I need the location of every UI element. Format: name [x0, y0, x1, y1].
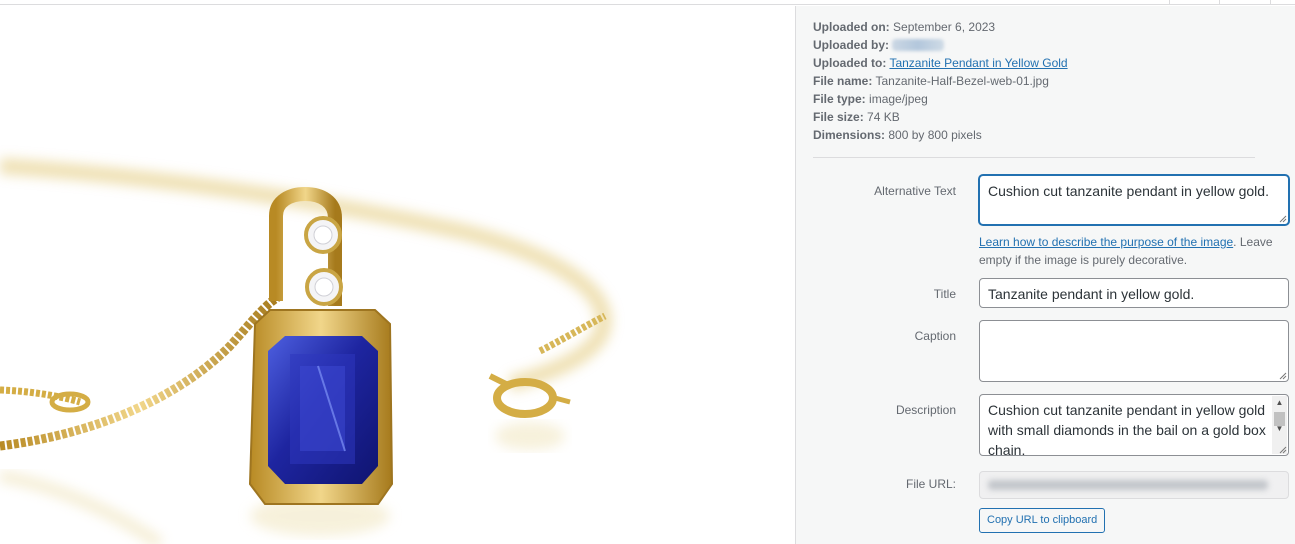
file-size-row: File size: 74 KB	[813, 108, 1253, 126]
resize-handle-icon[interactable]	[1278, 371, 1287, 380]
attachment-image-preview	[0, 6, 795, 544]
alt-text-textarea[interactable]: Cushion cut tanzanite pendant in yellow …	[979, 175, 1289, 225]
dimensions-row: Dimensions: 800 by 800 pixels	[813, 126, 1253, 144]
file-type-row: File type: image/jpeg	[813, 90, 1253, 108]
file-name-label: File name:	[813, 74, 873, 88]
uploaded-on-value: September 6, 2023	[893, 20, 996, 34]
file-url-redacted	[988, 480, 1268, 490]
uploaded-by-label: Uploaded by:	[813, 38, 890, 52]
description-value: Cushion cut tanzanite pendant in yellow …	[988, 402, 1266, 456]
alt-text-help-link[interactable]: Learn how to describe the purpose of the…	[979, 235, 1233, 249]
metadata-divider	[813, 157, 1255, 158]
scroll-up-icon[interactable]: ▲	[1272, 396, 1287, 410]
attachment-details-modal: Uploaded on: September 6, 2023 Uploaded …	[0, 0, 1295, 544]
modal-header-edge	[0, 0, 1295, 5]
caption-textarea[interactable]	[979, 320, 1289, 382]
dimensions-value: 800 by 800 pixels	[888, 128, 982, 142]
uploaded-on-label: Uploaded on:	[813, 20, 890, 34]
file-url-label: File URL:	[905, 477, 956, 491]
description-textarea[interactable]: Cushion cut tanzanite pendant in yellow …	[979, 394, 1289, 456]
resize-handle-icon[interactable]	[1278, 214, 1287, 223]
scroll-down-icon[interactable]: ▼	[1272, 422, 1287, 436]
file-metadata: Uploaded on: September 6, 2023 Uploaded …	[813, 18, 1253, 144]
uploaded-by-redacted	[892, 39, 945, 51]
alt-text-value: Cushion cut tanzanite pendant in yellow …	[988, 183, 1269, 199]
close-modal-button[interactable]	[1270, 0, 1295, 5]
file-name-row: File name: Tanzanite-Half-Bezel-web-01.j…	[813, 72, 1253, 90]
uploaded-by-row: Uploaded by:	[813, 36, 1253, 54]
file-type-label: File type:	[813, 92, 866, 106]
description-label: Description	[895, 403, 956, 417]
caption-label: Caption	[914, 329, 956, 343]
previous-media-button[interactable]	[1169, 0, 1219, 5]
file-type-value: image/jpeg	[869, 92, 928, 106]
resize-handle-icon[interactable]	[1278, 445, 1287, 454]
copy-url-button[interactable]: Copy URL to clipboard	[979, 508, 1106, 533]
uploaded-on-row: Uploaded on: September 6, 2023	[813, 18, 1253, 36]
attachment-details-panel: Uploaded on: September 6, 2023 Uploaded …	[795, 6, 1295, 544]
alt-text-help: Learn how to describe the purpose of the…	[979, 233, 1289, 269]
title-label: Title	[933, 287, 956, 301]
uploaded-to-link[interactable]: Tanzanite Pendant in Yellow Gold	[889, 56, 1067, 70]
next-media-button[interactable]	[1219, 0, 1270, 5]
title-value: Tanzanite pendant in yellow gold.	[988, 286, 1195, 302]
file-url-input[interactable]	[979, 471, 1289, 499]
dimensions-label: Dimensions:	[813, 128, 886, 142]
file-size-value: 74 KB	[867, 110, 900, 124]
title-input[interactable]: Tanzanite pendant in yellow gold.	[979, 278, 1289, 308]
uploaded-to-label: Uploaded to:	[813, 56, 887, 70]
pendant-image	[0, 158, 612, 544]
file-size-label: File size:	[813, 110, 864, 124]
uploaded-to-row: Uploaded to: Tanzanite Pendant in Yellow…	[813, 54, 1253, 72]
file-name-value: Tanzanite-Half-Bezel-web-01.jpg	[875, 74, 1049, 88]
alt-text-label: Alternative Text	[874, 184, 956, 198]
